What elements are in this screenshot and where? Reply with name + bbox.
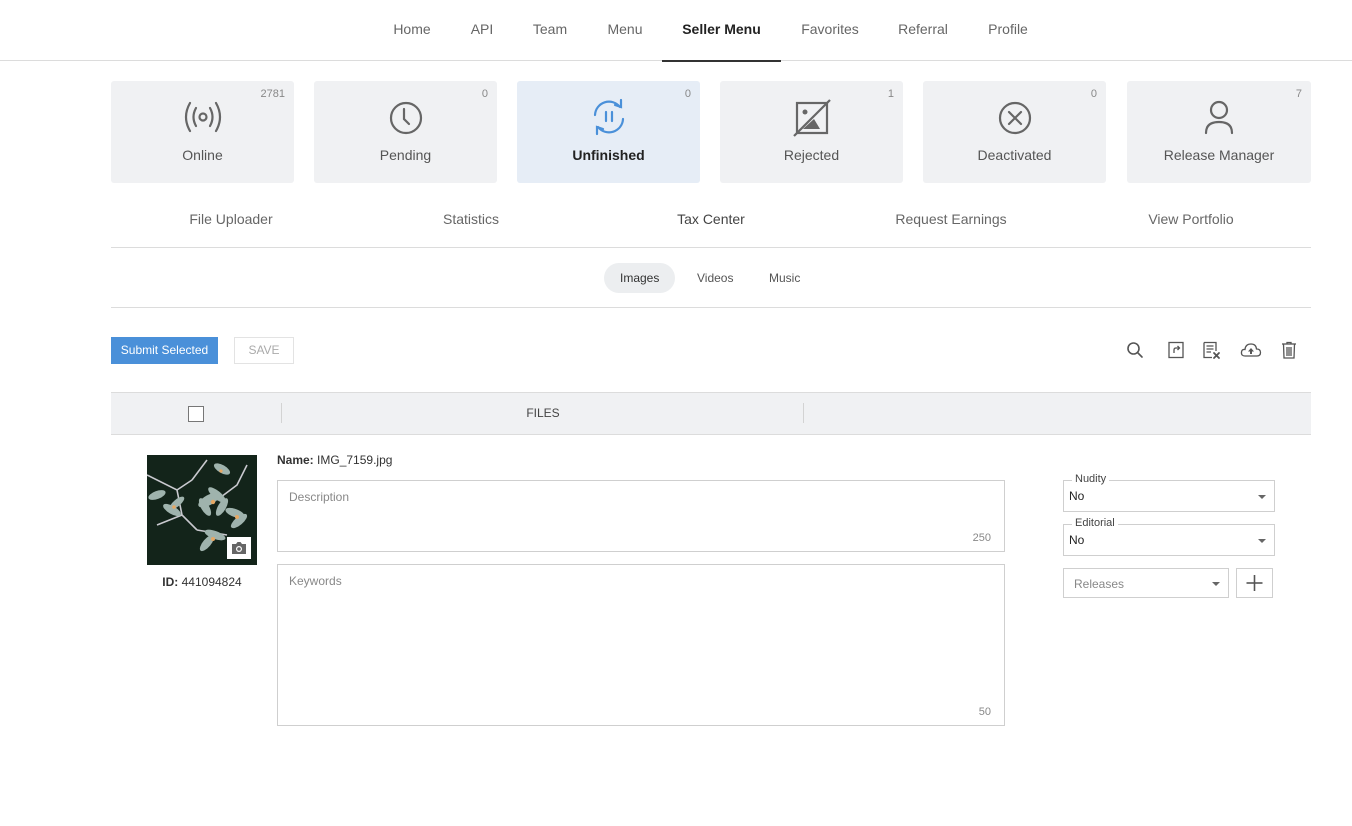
card-count: 2781 [260, 88, 285, 100]
card-count: 7 [1295, 88, 1302, 100]
card-label: Unfinished [572, 147, 645, 163]
column-divider [803, 403, 804, 423]
media-tabs: Images Videos Music [111, 248, 1311, 308]
card-label: Rejected [783, 147, 840, 163]
image-crossed-icon [790, 97, 834, 137]
card-pending[interactable]: 0 Pending [314, 81, 497, 183]
sync-pause-icon [587, 97, 631, 137]
editorial-select[interactable]: Editorial No [1063, 517, 1275, 556]
file-name-value: IMG_7159.jpg [317, 453, 393, 467]
status-cards: 2781 Online 0 Pending 0 Unfinished 1 Rej… [111, 81, 1311, 183]
keywords-placeholder: Keywords [289, 574, 342, 588]
card-label: Online [182, 147, 223, 163]
card-count: 0 [1090, 88, 1097, 100]
link-file-uploader[interactable]: File Uploader [111, 198, 351, 240]
search-icon[interactable] [1125, 340, 1145, 360]
card-unfinished[interactable]: 0 Unfinished [517, 81, 700, 183]
releases-placeholder: Releases [1074, 577, 1125, 591]
clear-list-icon[interactable] [1201, 340, 1221, 360]
link-statistics[interactable]: Statistics [351, 198, 591, 240]
nav-referral[interactable]: Referral [890, 0, 956, 61]
card-count: 1 [887, 88, 894, 100]
broadcast-icon [181, 97, 225, 137]
clock-icon [384, 97, 428, 137]
card-label: Deactivated [977, 147, 1052, 163]
file-id-label: ID: [162, 575, 179, 589]
card-label: Release Manager [1163, 147, 1275, 163]
nudity-label: Nudity [1072, 473, 1110, 485]
chevron-down-icon [1258, 539, 1266, 543]
top-navigation: Home API Team Menu Seller Menu Favorites… [0, 0, 1352, 62]
tab-music[interactable]: Music [753, 263, 816, 293]
link-tax-center[interactable]: Tax Center [591, 198, 831, 240]
file-thumbnail[interactable] [147, 455, 257, 565]
nudity-select[interactable]: Nudity No [1063, 473, 1275, 512]
card-deactivated[interactable]: 0 Deactivated [923, 81, 1106, 183]
nav-home[interactable]: Home [384, 0, 440, 61]
card-rejected[interactable]: 1 Rejected [720, 81, 903, 183]
trash-icon[interactable] [1279, 340, 1299, 360]
files-table-header: FILES [111, 392, 1311, 435]
link-request-earnings[interactable]: Request Earnings [831, 198, 1071, 240]
seller-subnav: File Uploader Statistics Tax Center Requ… [111, 198, 1311, 248]
file-name-label: Name: [277, 453, 314, 467]
tab-images[interactable]: Images [604, 263, 676, 293]
keywords-counter: 50 [978, 706, 991, 718]
editorial-value: No [1069, 533, 1085, 547]
files-column-header: FILES [526, 406, 560, 420]
file-id-value: 441094824 [181, 575, 242, 589]
description-placeholder: Description [289, 490, 350, 504]
description-input[interactable]: Description 250 [277, 480, 1005, 552]
nav-team[interactable]: Team [524, 0, 576, 61]
card-label: Pending [379, 147, 432, 163]
nav-profile[interactable]: Profile [980, 0, 1036, 61]
user-icon [1197, 97, 1241, 137]
card-count: 0 [481, 88, 488, 100]
circle-x-icon [993, 97, 1037, 137]
select-all-checkbox[interactable] [188, 406, 204, 422]
card-release-manager[interactable]: 7 Release Manager [1127, 81, 1311, 183]
nav-menu[interactable]: Menu [598, 0, 652, 61]
chevron-down-icon [1258, 495, 1266, 499]
file-id: ID: 441094824 [137, 575, 267, 589]
rotate-icon[interactable] [1166, 340, 1186, 360]
releases-select[interactable]: Releases [1063, 568, 1229, 598]
chevron-down-icon [1212, 582, 1220, 586]
camera-icon[interactable] [227, 537, 251, 559]
card-online[interactable]: 2781 Online [111, 81, 294, 183]
add-release-button[interactable] [1236, 568, 1273, 598]
plus-icon [1246, 575, 1263, 591]
nudity-value: No [1069, 489, 1085, 503]
description-char-counter: 250 [972, 532, 991, 544]
cloud-upload-icon[interactable] [1240, 340, 1262, 360]
link-view-portfolio[interactable]: View Portfolio [1071, 198, 1311, 240]
save-button[interactable]: SAVE [234, 337, 294, 364]
nav-seller-menu[interactable]: Seller Menu [662, 0, 781, 62]
editorial-label: Editorial [1072, 517, 1118, 529]
file-name: Name: IMG_7159.jpg [277, 453, 392, 467]
nav-favorites[interactable]: Favorites [792, 0, 868, 61]
nav-api[interactable]: API [462, 0, 502, 61]
tab-videos[interactable]: Videos [681, 263, 749, 293]
card-count: 0 [684, 88, 691, 100]
submit-selected-button[interactable]: Submit Selected [111, 337, 218, 364]
keywords-input[interactable]: Keywords 50 [277, 564, 1005, 726]
